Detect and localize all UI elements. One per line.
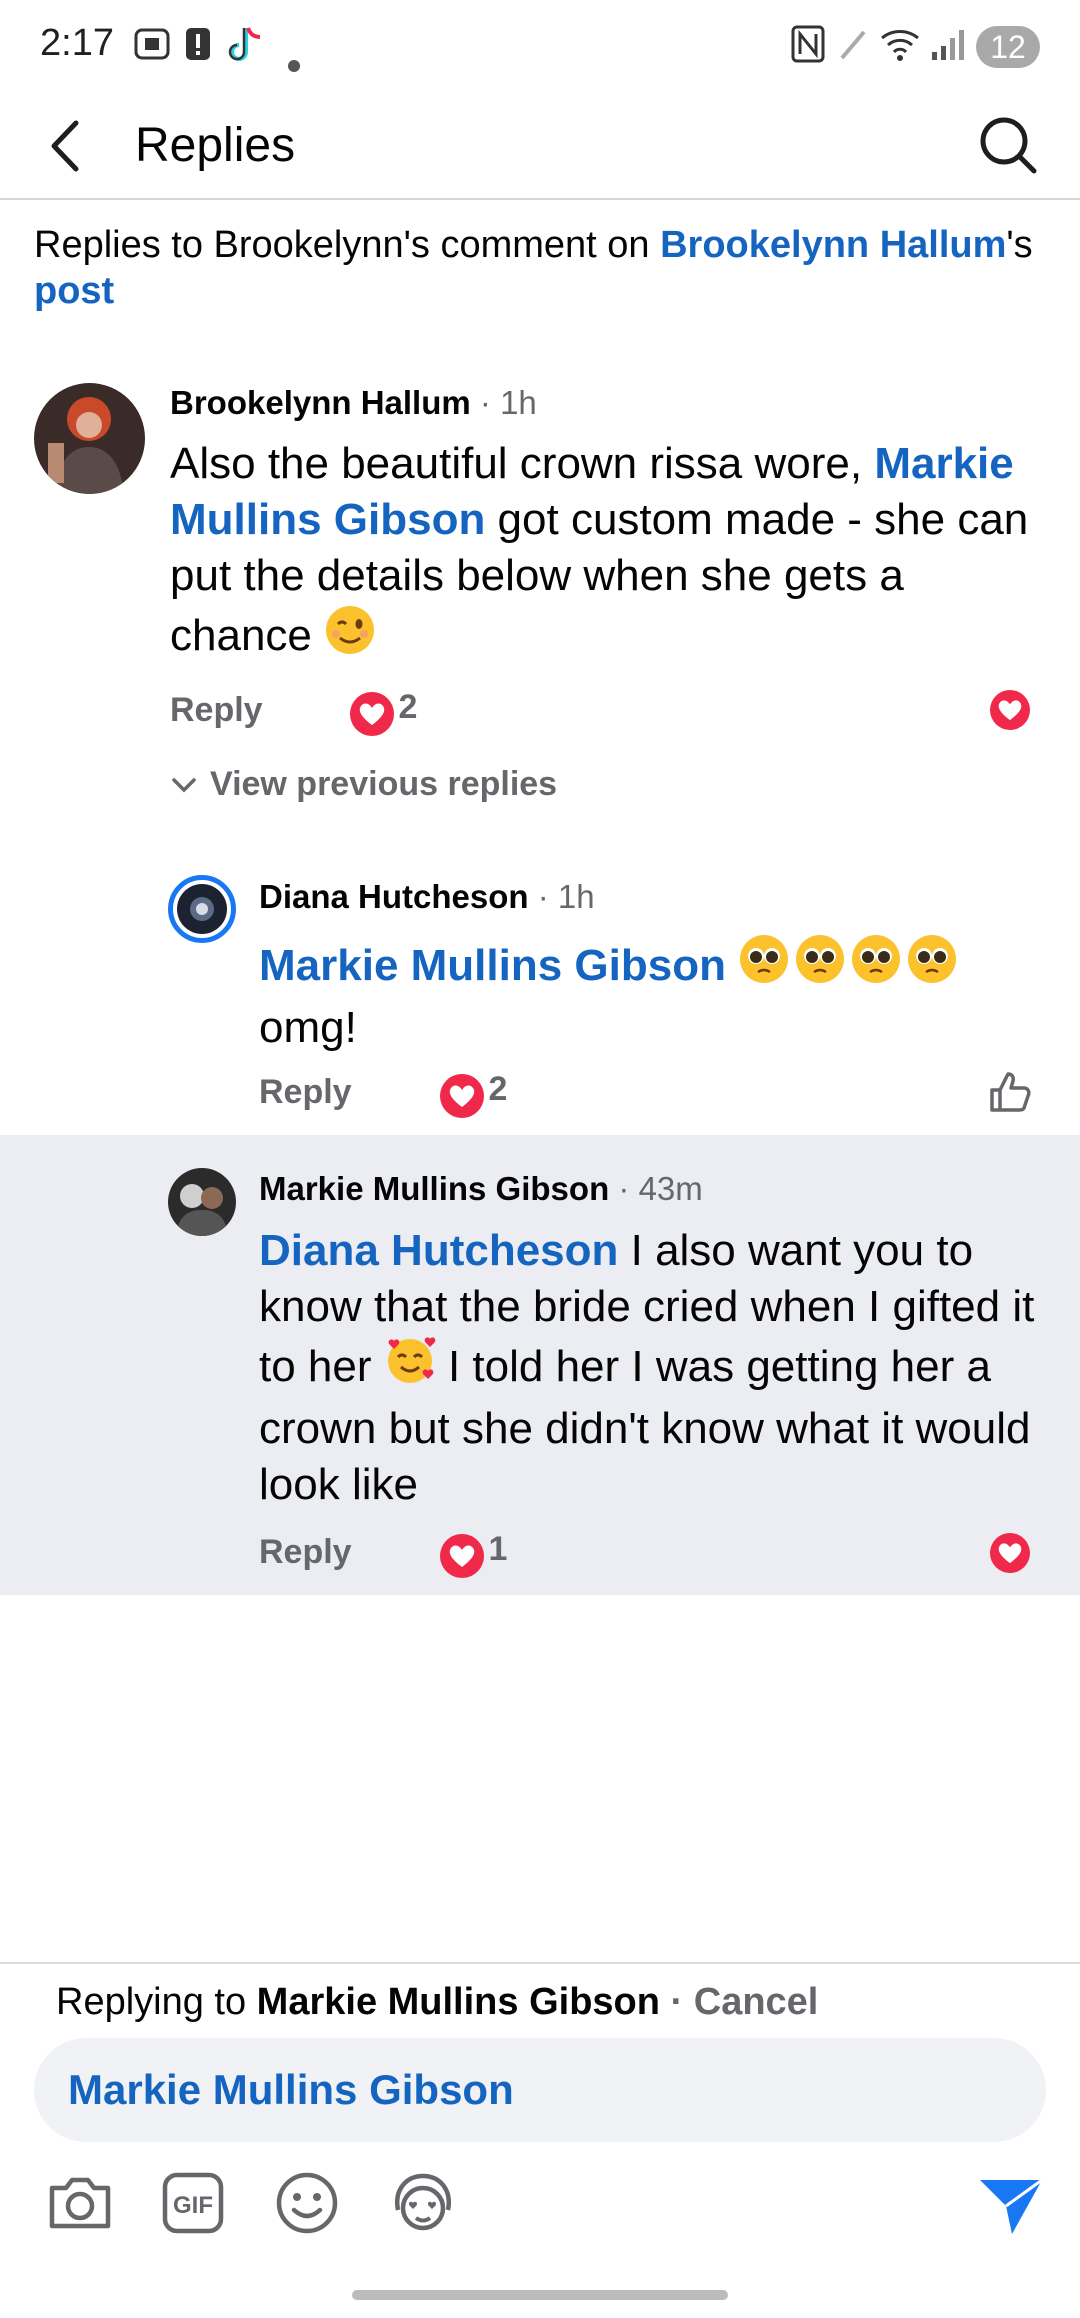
app-bar: Replies [0,95,1080,200]
replying-prefix: Replying to [56,1981,257,2023]
comment-text: Also the beautiful crown rissa wore, [170,439,875,488]
battery-indicator: 12 [976,26,1040,68]
post-author-link[interactable]: Brookelynn Hallum [660,224,1006,266]
reply-button[interactable]: Reply [259,1070,352,1114]
reaction-count: 2 [398,688,418,726]
comment-input[interactable]: Markie Mullins Gibson [34,2038,1046,2142]
meta-separator: · [470,384,501,421]
like-button[interactable] [986,1068,1034,1121]
heart-icon [990,690,1030,730]
replying-to-bar: Replying to Markie Mullins Gibson · Canc… [56,1978,818,2026]
comment-time[interactable]: 43m [639,1170,703,1207]
avatar[interactable] [168,875,236,943]
comment-text: omg! [259,1003,357,1052]
mention-link[interactable]: Diana Hutcheson [259,1226,618,1275]
context-prefix: Replies to Brookelynn's comment on [34,224,661,266]
post-link[interactable]: post [34,270,114,312]
comment-body: Also the beautiful crown rissa wore, Mar… [170,436,1050,670]
comment-body: Diana Hutcheson I also want you to know … [259,1223,1049,1513]
replying-name: Markie Mullins Gibson [256,1981,660,2023]
avatar-sticker-icon[interactable] [388,2170,458,2241]
send-icon[interactable] [976,2172,1046,2243]
view-previous-label: View previous replies [210,765,558,803]
reaction-summary[interactable]: 1 [440,1530,507,1578]
replying-separator: · [659,1981,694,2023]
pen-icon [836,24,870,74]
cancel-button[interactable]: Cancel [694,1981,819,2023]
comment-header: Brookelynn Hallum · 1h [170,380,537,433]
signal-icon [930,24,970,74]
tiktok-icon [226,24,264,76]
avatar[interactable] [34,383,145,494]
reaction-count: 1 [488,1530,508,1568]
comment-time[interactable]: 1h [500,384,537,421]
love-reaction-button[interactable] [990,690,1030,730]
search-icon[interactable] [972,109,1044,181]
comment-author[interactable]: Diana Hutcheson [259,878,529,915]
comment-author[interactable]: Brookelynn Hallum [170,384,471,421]
comment-time[interactable]: 1h [558,878,595,915]
reaction-summary[interactable]: 2 [350,688,417,736]
reaction-summary[interactable]: 2 [440,1070,507,1118]
context-suffix: 's [1006,224,1033,266]
screenshot-icon [132,24,172,74]
heart-reaction-icon [440,1533,484,1578]
reply-button[interactable]: Reply [259,1530,352,1574]
comment-header: Markie Mullins Gibson · 43m [259,1166,703,1219]
status-time: 2:17 [40,22,114,64]
home-indicator[interactable] [352,2290,728,2300]
pleading-face-emoji [738,932,958,1000]
reply-button[interactable]: Reply [170,688,263,732]
alert-icon [184,24,212,74]
replies-context: Replies to Brookelynn's comment on Brook… [34,222,1044,314]
meta-separator: · [609,1170,639,1207]
wifi-icon [878,24,924,74]
svg-text:GIF: GIF [173,2192,213,2219]
comment-input-value[interactable]: Markie Mullins Gibson [68,2038,514,2142]
heart-reaction-icon [350,691,394,736]
reaction-count: 2 [488,1070,508,1108]
meta-separator: · [528,878,558,915]
thumbs-up-icon [986,1072,1034,1120]
dot-icon [288,38,300,82]
gif-icon[interactable]: GIF [160,2170,226,2241]
back-arrow-icon[interactable] [38,113,98,179]
camera-icon[interactable] [46,2170,114,2241]
mention-link[interactable]: Markie Mullins Gibson [259,941,726,990]
avatar[interactable] [168,1168,236,1236]
comment-body: Markie Mullins Gibson omg! [259,932,1049,1056]
heart-icon [990,1533,1030,1573]
page-title: Replies [135,119,296,172]
love-reaction-button[interactable] [990,1533,1030,1573]
winking-face-emoji [324,604,376,670]
comment-header: Diana Hutcheson · 1h [259,874,595,927]
chevron-down-icon [170,769,198,813]
smiling-face-with-hearts-emoji [384,1335,436,1401]
emoji-icon[interactable] [274,2170,340,2241]
nfc-icon [790,24,826,74]
view-previous-replies[interactable]: View previous replies [170,762,557,813]
comment-author[interactable]: Markie Mullins Gibson [259,1170,609,1207]
heart-reaction-icon [440,1073,484,1118]
status-bar: 2:17 12 [0,0,1080,95]
